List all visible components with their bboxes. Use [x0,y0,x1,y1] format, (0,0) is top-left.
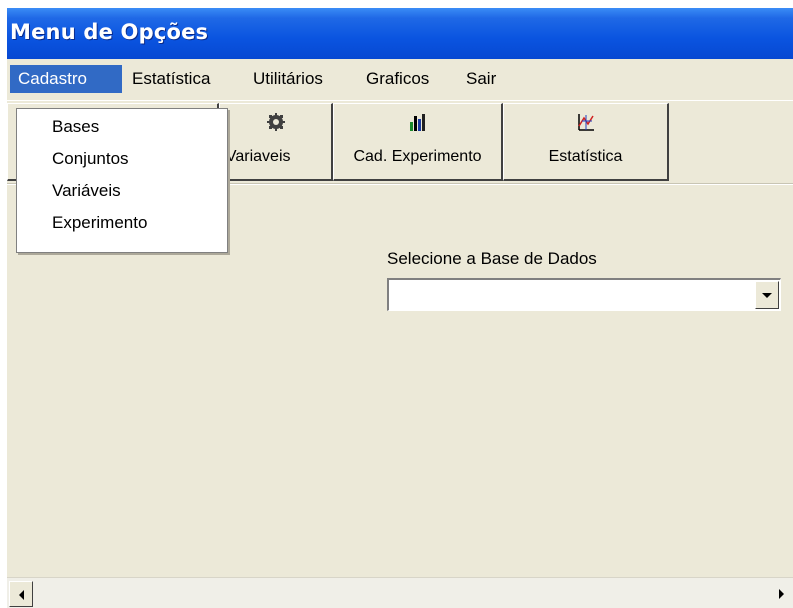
toolbar-label-estatistica: Estatística [548,148,623,165]
cadastro-dropdown-menu: Bases Conjuntos Variáveis Experimento [16,108,228,253]
toolbar-label-cad-experimento: Cad. Experimento [353,148,482,165]
menu-cadastro[interactable]: Cadastro [10,65,122,93]
stats-chart-icon [577,114,594,131]
arrow-left-icon [19,590,24,600]
menu-bar: Cadastro Estatística Utilitários Grafico… [7,59,793,100]
menu-sair[interactable]: Sair [458,65,508,93]
scroll-right-button[interactable] [769,581,793,607]
menu-item-conjuntos[interactable]: Conjuntos [17,143,227,175]
toolbar-button-variaveis[interactable]: . Variaveis [219,103,333,181]
bar-chart-icon [409,114,425,131]
chevron-down-icon [762,293,772,298]
database-select-dropdown-button[interactable] [755,281,779,309]
horizontal-scrollbar[interactable] [7,577,793,608]
toolbar-button-estatistica[interactable]: Estatística [503,103,669,181]
main-window: Menu de Opções Cadastro Estatística Util… [7,8,793,608]
toolbar-top-border [7,100,793,101]
menu-item-bases[interactable]: Bases [17,111,227,143]
menu-estatistica[interactable]: Estatística [124,65,244,93]
menu-utilitarios[interactable]: Utilitários [245,65,351,93]
database-label: Selecione a Base de Dados [387,249,597,268]
menu-item-variaveis[interactable]: Variáveis [17,175,227,207]
menu-item-experimento[interactable]: Experimento [17,207,227,239]
scroll-left-button[interactable] [9,581,33,607]
window-title: Menu de Opções [10,20,209,44]
database-select[interactable] [387,278,781,311]
arrow-right-icon [779,589,784,599]
menu-graficos[interactable]: Graficos [358,65,448,93]
toolbar-button-cad-experimento[interactable]: Cad. Experimento [333,103,503,181]
title-bar[interactable]: Menu de Opções [7,8,793,59]
toolbar-label-variaveis: . Variaveis [219,148,291,165]
gear-icon [266,113,285,131]
